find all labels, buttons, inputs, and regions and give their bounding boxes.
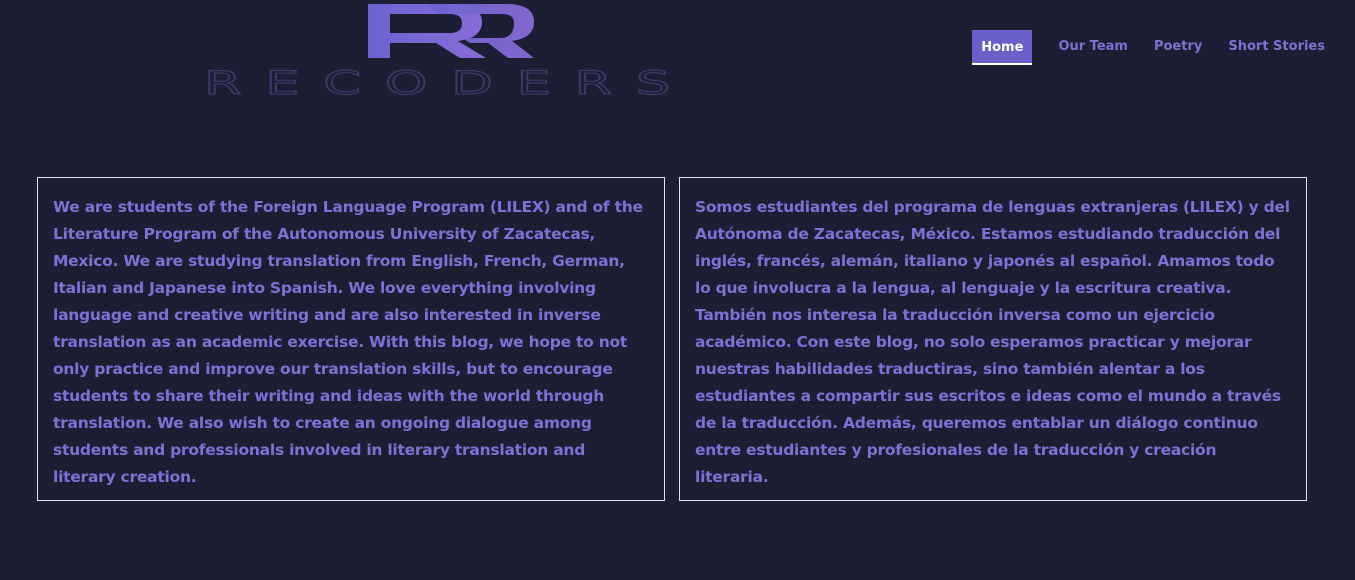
nav-home[interactable]: Home: [972, 30, 1033, 65]
logo-text: RECODERS: [204, 64, 694, 100]
site-header: RECODERS Home Our Team Poetry Short Stor…: [0, 0, 1355, 140]
spanish-description: Somos estudiantes del programa de lengua…: [695, 198, 1290, 486]
english-description-panel: We are students of the Foreign Language …: [37, 177, 665, 501]
nav-short-stories[interactable]: Short Stories: [1228, 30, 1325, 64]
logo-mark: [368, 4, 534, 58]
english-description: We are students of the Foreign Language …: [53, 198, 643, 486]
nav-poetry[interactable]: Poetry: [1154, 30, 1202, 64]
spanish-description-panel: Somos estudiantes del programa de lengua…: [679, 177, 1307, 501]
recoders-logo[interactable]: RECODERS: [200, 0, 700, 100]
nav-our-team[interactable]: Our Team: [1058, 30, 1128, 64]
main-nav: Home Our Team Poetry Short Stories: [972, 30, 1325, 65]
